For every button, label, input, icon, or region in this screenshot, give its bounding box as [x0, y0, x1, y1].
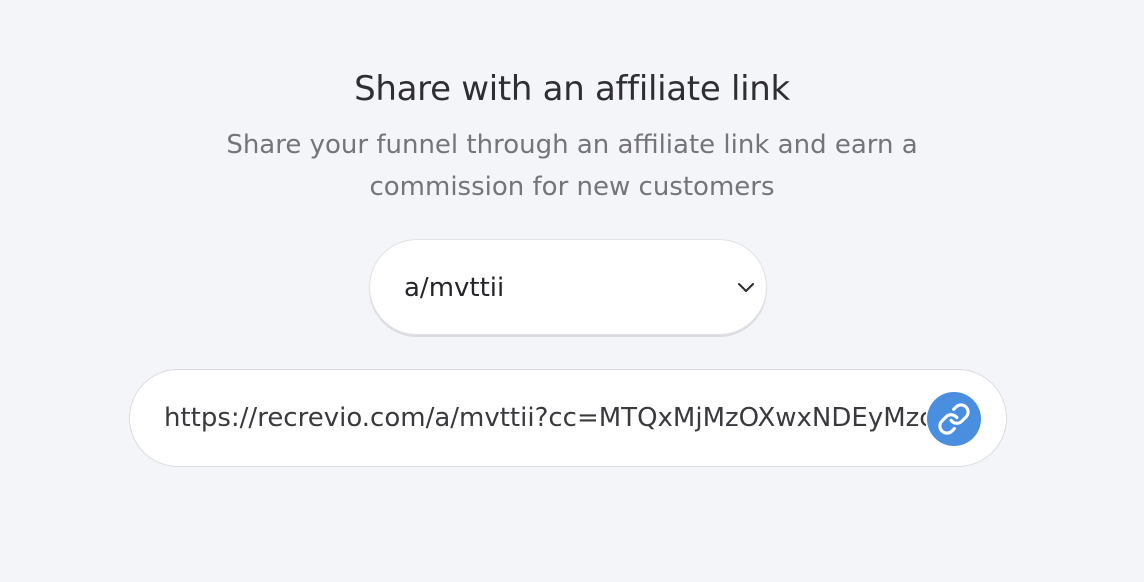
link-icon	[937, 402, 971, 436]
page-title: Share with an affiliate link	[354, 69, 790, 109]
affiliate-link-text[interactable]: https://recrevio.com/a/mvttii?cc=MTQxMjM…	[164, 370, 926, 466]
chevron-down-icon	[736, 277, 756, 297]
page-subtitle: Share your funnel through an affiliate l…	[226, 130, 918, 202]
affiliate-select[interactable]: a/mvttii	[369, 239, 767, 335]
copy-link-button[interactable]	[927, 392, 981, 446]
affiliate-link-field[interactable]: https://recrevio.com/a/mvttii?cc=MTQxMjM…	[129, 369, 1007, 467]
affiliate-select-value: a/mvttii	[404, 273, 505, 303]
